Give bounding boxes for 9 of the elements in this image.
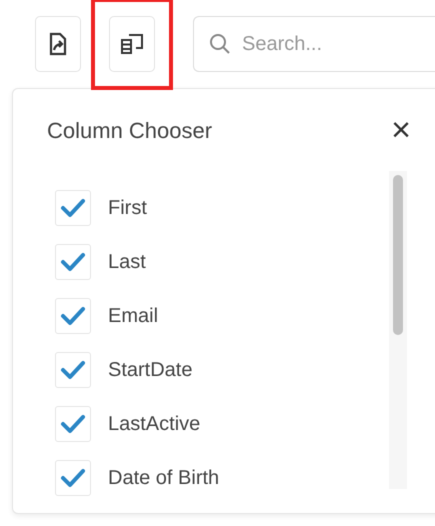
column-label: Date of Birth (108, 466, 220, 491)
close-button[interactable]: × (391, 113, 411, 147)
column-label: LastActive (108, 412, 200, 437)
column-label: StartDate (108, 358, 192, 383)
column-label: Last (108, 250, 146, 275)
column-label: First (108, 196, 147, 221)
panel-title: Column Chooser (47, 116, 212, 144)
search-field[interactable]: Search... (193, 16, 435, 72)
column-label: Email (108, 304, 158, 329)
